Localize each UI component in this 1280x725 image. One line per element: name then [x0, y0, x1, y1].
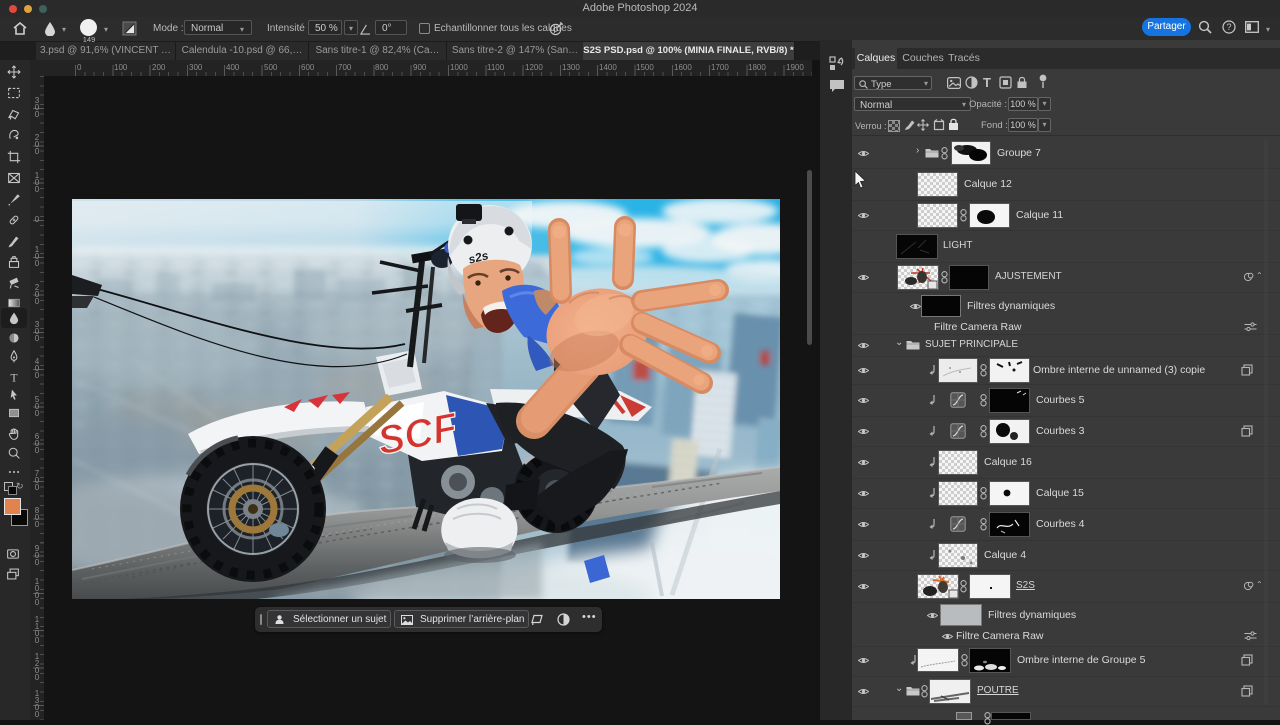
svg-text:T: T [10, 373, 17, 385]
svg-text:?: ? [1226, 22, 1231, 32]
